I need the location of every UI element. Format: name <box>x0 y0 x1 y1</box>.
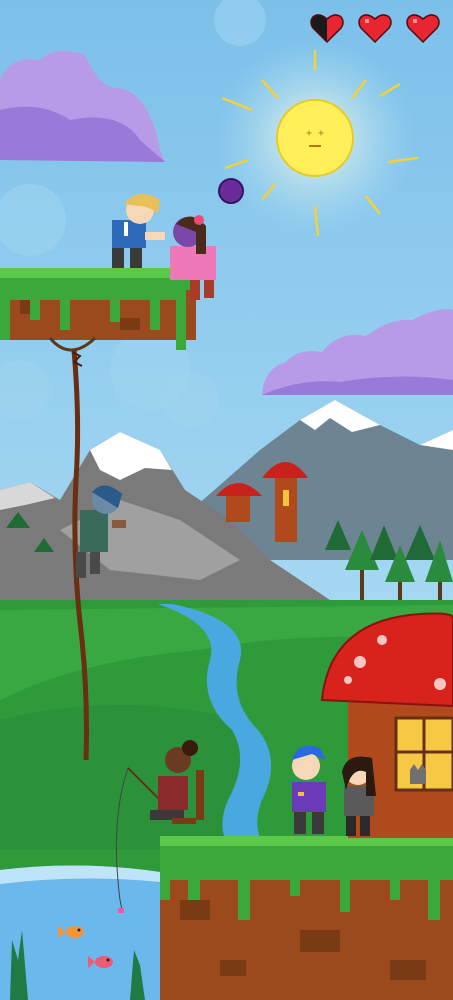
lake <box>0 865 160 1000</box>
health-bar <box>309 10 441 46</box>
scene-background: + + <box>0 0 453 1000</box>
floating-island-upper <box>0 268 196 352</box>
svg-text:+: + <box>318 128 324 139</box>
heart-half-icon <box>309 10 345 46</box>
purple-orb <box>218 178 244 204</box>
heart-full-icon <box>405 10 441 46</box>
svg-text:+: + <box>306 128 312 139</box>
heart-full-icon <box>357 10 393 46</box>
floating-island-lower <box>160 836 453 1000</box>
game-scene: + + <box>0 0 453 1000</box>
